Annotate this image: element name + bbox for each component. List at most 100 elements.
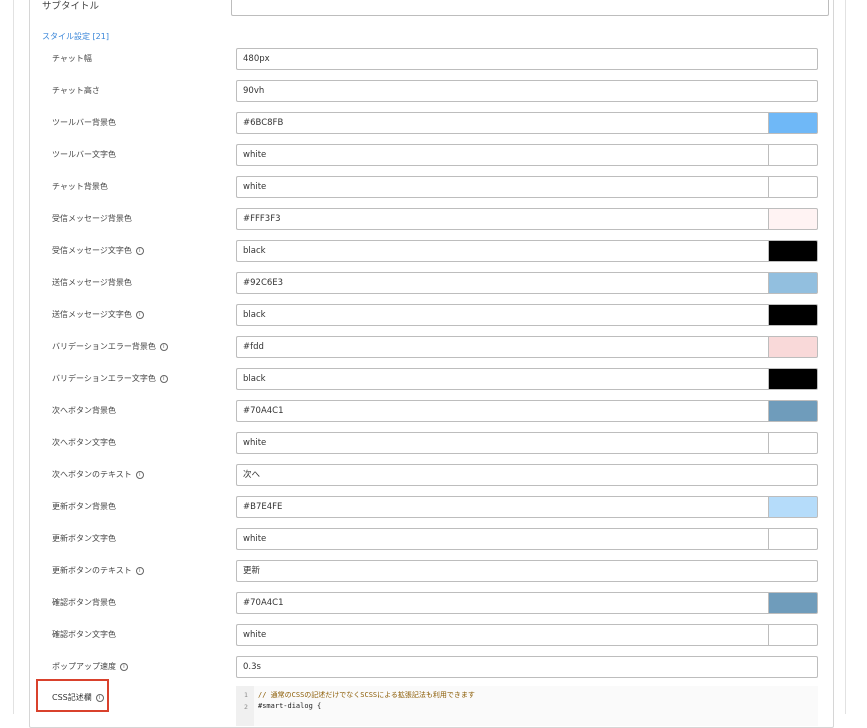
style-field-input[interactable]: 90vh (236, 80, 818, 102)
style-field-label: 受信メッセージ背景色 (52, 213, 132, 224)
color-swatch[interactable] (768, 592, 818, 614)
color-swatch[interactable] (768, 208, 818, 230)
style-field-row: 次へボタンのテキスト i 次へ (0, 464, 867, 486)
style-field-input[interactable]: 更新 (236, 560, 818, 582)
style-field-label: 更新ボタン文字色 (52, 533, 116, 544)
style-field-label: 送信メッセージ背景色 (52, 277, 132, 288)
style-field-input[interactable]: 480px (236, 48, 818, 70)
style-field-label-text: チャット幅 (52, 54, 92, 63)
style-field-input[interactable]: 0.3s (236, 656, 818, 678)
style-field-label: 更新ボタンのテキスト i (52, 565, 144, 576)
style-field-row: チャット高さ 90vh (0, 80, 867, 102)
style-field-label-text: チャット背景色 (52, 182, 108, 191)
style-field-label: ポップアップ速度 i (52, 661, 128, 672)
info-circle-icon[interactable]: i (135, 470, 144, 479)
style-field-label: 確認ボタン背景色 (52, 597, 116, 608)
style-field-row: 次へボタン文字色 white (0, 432, 867, 454)
style-field-label-text: 次へボタンのテキスト (52, 470, 132, 479)
info-circle-icon[interactable]: i (95, 693, 104, 702)
info-circle-icon[interactable]: i (135, 566, 144, 575)
style-field-label-text: 次へボタン背景色 (52, 406, 116, 415)
style-field-label-text: 更新ボタン文字色 (52, 534, 116, 543)
style-field-label: 送信メッセージ文字色 i (52, 309, 144, 320)
style-field-input[interactable]: #92C6E3 (236, 272, 768, 294)
info-circle-icon[interactable]: i (135, 246, 144, 255)
style-section-heading: スタイル設定 [21] (42, 32, 109, 41)
style-field-label-text: 受信メッセージ背景色 (52, 214, 132, 223)
style-field-label-text: ツールバー背景色 (52, 118, 116, 127)
style-field-row: 受信メッセージ文字色 i black (0, 240, 867, 262)
style-field-input[interactable]: black (236, 240, 768, 262)
settings-panel (29, 0, 834, 728)
style-field-row: 送信メッセージ文字色 i black (0, 304, 867, 326)
style-field-input[interactable]: white (236, 176, 768, 198)
css-field-label-text: CSS記述欄 (52, 693, 92, 702)
style-field-label: 確認ボタン文字色 (52, 629, 116, 640)
css-line-number: 1 (244, 691, 248, 699)
style-field-row: 次へボタン背景色 #70A4C1 (0, 400, 867, 422)
style-field-row: ツールバー背景色 #6BC8FB (0, 112, 867, 134)
color-swatch[interactable] (768, 368, 818, 390)
color-swatch[interactable] (768, 624, 818, 646)
style-field-label-text: 確認ボタン背景色 (52, 598, 116, 607)
color-swatch[interactable] (768, 272, 818, 294)
style-field-row: 更新ボタン文字色 white (0, 528, 867, 550)
color-swatch[interactable] (768, 144, 818, 166)
style-field-label-text: バリデーションエラー文字色 (52, 374, 156, 383)
info-circle-icon[interactable]: i (159, 342, 168, 351)
subtitle-input[interactable] (231, 0, 829, 16)
style-field-label: チャット背景色 (52, 181, 108, 192)
style-field-label-text: 次へボタン文字色 (52, 438, 116, 447)
style-field-input[interactable]: white (236, 432, 768, 454)
css-field-label: CSS記述欄 i (52, 692, 104, 703)
style-field-label: チャット高さ (52, 85, 100, 96)
style-field-input[interactable]: #FFF3F3 (236, 208, 768, 230)
style-field-label: ツールバー文字色 (52, 149, 116, 160)
style-field-label-text: 更新ボタンのテキスト (52, 566, 132, 575)
style-field-label: バリデーションエラー背景色 i (52, 341, 168, 352)
style-field-label: 次へボタン文字色 (52, 437, 116, 448)
style-field-input[interactable]: white (236, 144, 768, 166)
style-field-row: バリデーションエラー背景色 i #fdd (0, 336, 867, 358)
css-code-line: #smart-dialog { (258, 702, 322, 710)
style-field-input[interactable]: 次へ (236, 464, 818, 486)
style-field-input[interactable]: #70A4C1 (236, 592, 768, 614)
style-field-input[interactable]: #B7E4FE (236, 496, 768, 518)
color-swatch[interactable] (768, 528, 818, 550)
style-field-input[interactable]: black (236, 304, 768, 326)
style-field-label: チャット幅 (52, 53, 92, 64)
info-circle-icon[interactable]: i (135, 310, 144, 319)
style-field-label-text: 更新ボタン背景色 (52, 502, 116, 511)
color-swatch[interactable] (768, 304, 818, 326)
info-circle-icon[interactable]: i (120, 662, 128, 671)
color-swatch[interactable] (768, 176, 818, 198)
style-field-label-text: ポップアップ速度 (52, 662, 116, 671)
color-swatch[interactable] (768, 336, 818, 358)
css-code-line: // 通常のCSSの記述だけでなくSCSSによる拡張記法も利用できます (258, 691, 475, 699)
info-circle-icon[interactable]: i (159, 374, 168, 383)
style-field-label-text: 送信メッセージ背景色 (52, 278, 132, 287)
color-swatch[interactable] (768, 432, 818, 454)
style-field-label-text: チャット高さ (52, 86, 100, 95)
style-field-label: バリデーションエラー文字色 i (52, 373, 168, 384)
style-field-row: チャット背景色 white (0, 176, 867, 198)
color-swatch[interactable] (768, 400, 818, 422)
style-field-input[interactable]: white (236, 528, 768, 550)
style-field-row: 更新ボタン背景色 #B7E4FE (0, 496, 867, 518)
color-swatch[interactable] (768, 112, 818, 134)
style-field-row: 送信メッセージ背景色 #92C6E3 (0, 272, 867, 294)
style-field-input[interactable]: #fdd (236, 336, 768, 358)
style-field-label: 更新ボタン背景色 (52, 501, 116, 512)
style-field-row: 確認ボタン背景色 #70A4C1 (0, 592, 867, 614)
style-field-input[interactable]: white (236, 624, 768, 646)
style-field-input[interactable]: black (236, 368, 768, 390)
color-swatch[interactable] (768, 496, 818, 518)
style-field-input[interactable]: #6BC8FB (236, 112, 768, 134)
style-field-label: 次へボタン背景色 (52, 405, 116, 416)
style-field-input[interactable]: #70A4C1 (236, 400, 768, 422)
color-swatch[interactable] (768, 240, 818, 262)
style-field-label-text: ツールバー文字色 (52, 150, 116, 159)
style-field-label: 次へボタンのテキスト i (52, 469, 144, 480)
style-field-row: バリデーションエラー文字色 i black (0, 368, 867, 390)
style-field-row: 受信メッセージ背景色 #FFF3F3 (0, 208, 867, 230)
